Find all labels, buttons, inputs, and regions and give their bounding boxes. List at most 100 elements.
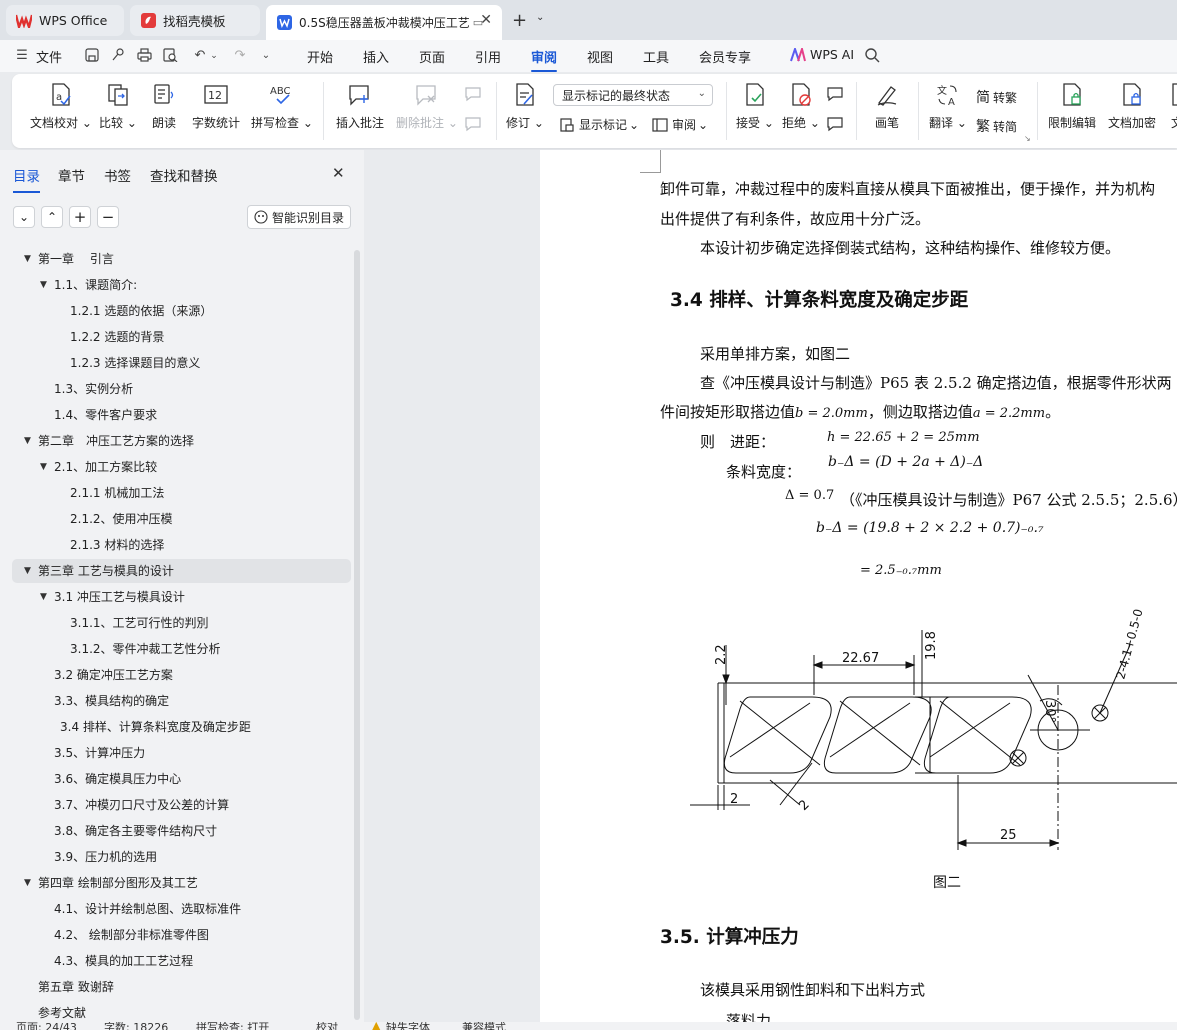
to-simplified-button[interactable]: 繁 转简 <box>976 116 1017 136</box>
toc-expand-arrow-icon[interactable]: ▼ <box>24 436 31 446</box>
status-font-missing[interactable]: 缺失字体 <box>386 1022 430 1030</box>
smart-toc-button[interactable]: 智能识别目录 <box>247 205 351 229</box>
remove-toc-item-button[interactable]: − <box>97 206 119 228</box>
dialog-launcher-icon[interactable]: ↘ <box>1024 134 1031 143</box>
toc-item[interactable]: 2.1、加工方案比较 <box>54 456 157 478</box>
read-aloud-button[interactable]: 朗读 <box>151 82 177 131</box>
toc-item[interactable]: 2.1.2、使用冲压模 <box>70 508 173 530</box>
toc-item[interactable]: 1.2.1 选题的依据（来源） <box>70 300 212 322</box>
nav-tab-toc[interactable]: 目录 <box>13 165 40 193</box>
compare-button[interactable]: 比较 ⌄ <box>99 82 137 131</box>
reject-button[interactable]: 拒绝 ⌄ <box>782 82 820 131</box>
toc-scrollbar[interactable] <box>354 250 360 1020</box>
toc-expand-arrow-icon[interactable]: ▼ <box>40 462 47 472</box>
toc-item[interactable]: 1.2.2 选题的背景 <box>70 326 164 348</box>
print-icon[interactable] <box>136 48 152 64</box>
insert-comment-button[interactable]: 插入批注 <box>336 82 384 131</box>
toc-expand-arrow-icon[interactable]: ▼ <box>24 878 31 888</box>
toc-item[interactable]: 第一章 引言 <box>38 248 114 270</box>
status-spell[interactable]: 拼写检查: 打开 <box>196 1022 269 1030</box>
spell-check-button[interactable]: ABC 拼写检查 ⌄ <box>251 82 313 131</box>
toc-item[interactable]: 3.5、计算冲压力 <box>54 742 145 764</box>
more-ribbon-button[interactable]: 文 <box>1164 82 1177 131</box>
toc-item[interactable]: 第四章 绘制部分图形及其工艺 <box>38 872 198 894</box>
toc-expand-arrow-icon[interactable]: ▼ <box>40 280 47 290</box>
toc-item[interactable]: 3.7、冲模刃口尺寸及公差的计算 <box>54 794 229 816</box>
close-icon[interactable]: ✕ <box>480 12 492 28</box>
toc-item[interactable]: 第二章 冲压工艺方案的选择 <box>38 430 194 452</box>
nav-tab-bookmark[interactable]: 书签 <box>104 165 131 185</box>
next-comment-icon[interactable] <box>464 116 482 132</box>
toc-item[interactable]: 4.3、模具的加工工艺过程 <box>54 950 193 972</box>
wps-ai-icon[interactable] <box>790 45 806 64</box>
toc-item[interactable]: 3.4 排样、计算条料宽度及确定步距 <box>60 716 251 738</box>
restrict-edit-button[interactable]: 限制编辑 <box>1048 82 1096 131</box>
toc-item[interactable]: 第五章 致谢辞 <box>38 976 114 998</box>
nav-tab-chapter[interactable]: 章节 <box>58 165 85 185</box>
menu-reference[interactable]: 引用 <box>475 47 501 66</box>
chevron-down-icon[interactable]: ⌄ <box>536 12 544 23</box>
menu-page[interactable]: 页面 <box>419 47 445 66</box>
prev-comment-icon[interactable] <box>464 86 482 102</box>
revise-button[interactable]: 修订 ⌄ <box>506 82 544 131</box>
tab-template[interactable]: 找稻壳模板 <box>130 5 260 36</box>
menu-tools[interactable]: 工具 <box>643 47 669 66</box>
word-count-button[interactable]: 12 字数统计 <box>192 82 240 131</box>
chevron-down-icon[interactable]: ⌄ <box>206 48 222 64</box>
menu-view[interactable]: 视图 <box>587 47 613 66</box>
plus-icon[interactable]: + <box>512 10 527 31</box>
menu-review[interactable]: 审阅 <box>531 47 558 72</box>
toc-item[interactable]: 3.9、压力机的选用 <box>54 846 157 868</box>
encrypt-button[interactable]: 文档加密 <box>1108 82 1156 131</box>
tab-document[interactable]: 0.5S稳压器盖板冲裁模冲压工艺 ▭ ✕ <box>266 5 502 40</box>
tab-wps-office[interactable]: WPS Office <box>6 5 124 36</box>
toc-expand-arrow-icon[interactable]: ▼ <box>40 592 47 602</box>
toc-item[interactable]: 1.4、零件客户要求 <box>54 404 157 426</box>
nav-tab-find-replace[interactable]: 查找和替换 <box>150 165 218 185</box>
prev-change-icon[interactable] <box>826 86 844 102</box>
toc-item[interactable]: 3.6、确定模具压力中心 <box>54 768 181 790</box>
close-icon[interactable]: ✕ <box>332 164 345 182</box>
toc-item[interactable]: 3.1.2、零件冲裁工艺性分析 <box>70 638 221 660</box>
translate-button[interactable]: 文A 翻译 ⌄ <box>929 82 967 131</box>
toc-item[interactable]: 1.1、课题简介: <box>54 274 137 296</box>
hamburger-icon[interactable]: ☰ <box>14 48 30 64</box>
toc-item[interactable]: 4.1、设计并绘制总图、选取标准件 <box>54 898 241 920</box>
toc-item[interactable]: 1.3、实例分析 <box>54 378 133 400</box>
status-words[interactable]: 字数: 18226 <box>104 1022 168 1030</box>
search-icon[interactable] <box>864 48 880 64</box>
toc-item[interactable]: 4.2、 绘制部分非标准零件图 <box>54 924 209 946</box>
menu-start[interactable]: 开始 <box>307 47 333 66</box>
toc-item[interactable]: 3.3、模具结构的确定 <box>54 690 169 712</box>
to-traditional-button[interactable]: 简 转繁 <box>976 87 1017 107</box>
add-toc-item-button[interactable]: + <box>69 206 91 228</box>
toc-item[interactable]: 2.1.3 材料的选择 <box>70 534 164 556</box>
toc-expand-arrow-icon[interactable]: ▼ <box>24 566 31 576</box>
share-icon[interactable] <box>110 48 126 64</box>
toc-expand-arrow-icon[interactable]: ▼ <box>24 254 31 264</box>
toc-item[interactable]: 3.1 冲压工艺与模具设计 <box>54 586 185 608</box>
toc-item[interactable]: 2.1.1 机械加工法 <box>70 482 164 504</box>
toc-item[interactable]: 3.1.1、工艺可行性的判別 <box>70 612 209 634</box>
menu-file[interactable]: 文件 <box>36 47 62 66</box>
toc-item[interactable]: 第三章 工艺与模具的设计 <box>38 560 174 582</box>
save-icon[interactable] <box>84 48 100 64</box>
delete-comment-button[interactable]: 删除批注 ⌄ <box>396 82 458 131</box>
menu-wps-ai[interactable]: WPS AI <box>810 47 854 62</box>
toc-item[interactable]: 3.8、确定各主要零件结构尺寸 <box>54 820 217 842</box>
menu-member[interactable]: 会员专享 <box>699 47 751 66</box>
toc-item[interactable]: 3.2 确定冲压工艺方案 <box>54 664 173 686</box>
pen-button[interactable]: 画笔 <box>874 82 900 131</box>
toc-item[interactable]: 1.2.3 选择课题目的意义 <box>70 352 200 374</box>
review-pane-button[interactable]: 审阅 ⌄ <box>652 116 708 133</box>
collapse-all-button[interactable]: ⌄ <box>13 206 35 228</box>
accept-button[interactable]: 接受 ⌄ <box>736 82 774 131</box>
more-chevron-icon[interactable]: ⌄ <box>258 48 274 64</box>
expand-up-button[interactable]: ⌃ <box>41 206 63 228</box>
print-preview-icon[interactable] <box>162 48 178 64</box>
menu-insert[interactable]: 插入 <box>363 47 389 66</box>
show-markup-button[interactable]: 显示标记 ⌄ <box>559 116 639 133</box>
toc-item[interactable]: 参考文献 <box>38 1002 86 1024</box>
redo-icon[interactable]: ↷ <box>232 48 248 64</box>
status-page[interactable]: 页面: 24/43 <box>16 1022 77 1030</box>
